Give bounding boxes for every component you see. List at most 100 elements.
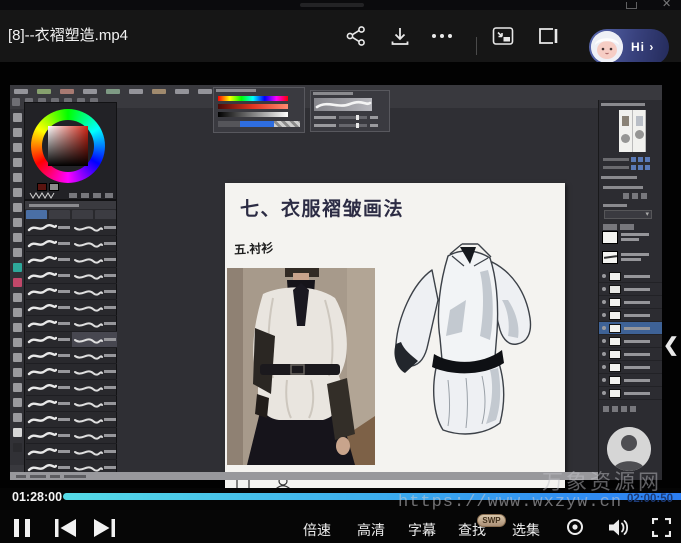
- tool-icon[interactable]: [13, 278, 22, 287]
- brush-preset[interactable]: [26, 348, 72, 364]
- brush-preset[interactable]: [72, 220, 118, 236]
- brush-preset[interactable]: [26, 396, 72, 412]
- menu-item[interactable]: [14, 89, 28, 94]
- brush-tab[interactable]: [49, 210, 70, 219]
- hue-slider[interactable]: [218, 96, 288, 101]
- menu-item[interactable]: [83, 89, 97, 94]
- layer-row[interactable]: [599, 361, 662, 374]
- tool-icon[interactable]: [13, 218, 22, 227]
- tool-icon[interactable]: [13, 353, 22, 362]
- effect-button[interactable]: [641, 193, 647, 199]
- brush-preset[interactable]: [26, 444, 72, 460]
- color-panel-button[interactable]: [105, 193, 113, 198]
- brush-preset[interactable]: [26, 252, 72, 268]
- brush-preset[interactable]: [26, 380, 72, 396]
- tool-icon[interactable]: [13, 113, 22, 122]
- episode-drawer-toggle[interactable]: ❮: [663, 334, 681, 362]
- tool-icon[interactable]: [13, 188, 22, 197]
- background-color-swatch[interactable]: [49, 183, 59, 191]
- color-panel-button[interactable]: [93, 193, 101, 198]
- brush-preset[interactable]: [72, 380, 118, 396]
- navigator-thumbnail[interactable]: [619, 110, 646, 152]
- tool-icon[interactable]: [13, 323, 22, 332]
- brush-preset[interactable]: [72, 316, 118, 332]
- brush-preset[interactable]: [26, 300, 72, 316]
- seek-bar[interactable]: [63, 493, 681, 500]
- brush-preset[interactable]: [72, 396, 118, 412]
- layer-row[interactable]: [599, 335, 662, 348]
- layer-row[interactable]: [599, 296, 662, 309]
- brush-preset[interactable]: [26, 220, 72, 236]
- layer-row[interactable]: [599, 283, 662, 296]
- volume-icon[interactable]: [608, 518, 630, 537]
- opacity-slider[interactable]: [339, 124, 367, 127]
- tool-icon[interactable]: [13, 143, 22, 152]
- alpha-fill[interactable]: [240, 121, 274, 127]
- rotate-slider[interactable]: [603, 166, 629, 169]
- brush-tab[interactable]: [95, 210, 116, 219]
- brush-preset[interactable]: [26, 236, 72, 252]
- effect-button[interactable]: [623, 193, 629, 199]
- brush-size-slider[interactable]: [339, 116, 367, 119]
- brush-preset[interactable]: [26, 364, 72, 380]
- menu-item[interactable]: [60, 89, 74, 94]
- layer-button[interactable]: [612, 406, 618, 412]
- menu-item[interactable]: [106, 89, 120, 94]
- menu-item[interactable]: [129, 89, 143, 94]
- brush-preset[interactable]: [72, 444, 118, 460]
- presenter-avatar-bubble[interactable]: [607, 427, 651, 471]
- tool-icon[interactable]: [13, 128, 22, 137]
- tool-icon[interactable]: [13, 338, 22, 347]
- layer-button[interactable]: [603, 406, 609, 412]
- brush-tab[interactable]: [72, 210, 93, 219]
- next-episode-button[interactable]: [94, 519, 115, 537]
- brush-preset[interactable]: [26, 284, 72, 300]
- close-icon[interactable]: ✕: [662, 0, 671, 10]
- pause-button[interactable]: [14, 519, 30, 537]
- more-icon[interactable]: [430, 24, 454, 48]
- account-pill[interactable]: Hi ›: [589, 29, 669, 65]
- brush-preset[interactable]: [26, 428, 72, 444]
- tool-icon[interactable]: [13, 428, 22, 437]
- brush-preset[interactable]: [72, 348, 118, 364]
- playback-speed-button[interactable]: 倍速: [303, 520, 331, 540]
- brush-preset[interactable]: [72, 252, 118, 268]
- episodes-button[interactable]: 选集: [512, 520, 540, 540]
- layer-row-large[interactable]: [602, 228, 660, 246]
- value-slider[interactable]: [218, 112, 288, 117]
- menu-item[interactable]: [152, 89, 166, 94]
- layer-row[interactable]: [599, 270, 662, 283]
- brush-preset[interactable]: [72, 284, 118, 300]
- effect-button[interactable]: [632, 193, 638, 199]
- tool-icon[interactable]: [13, 443, 22, 452]
- brush-preset[interactable]: [72, 412, 118, 428]
- tool-icon[interactable]: [13, 293, 22, 302]
- brush-preset[interactable]: [72, 268, 118, 284]
- layer-row[interactable]: [599, 374, 662, 387]
- tool-icon[interactable]: [13, 248, 22, 257]
- tool-icon[interactable]: [13, 173, 22, 182]
- brush-preset[interactable]: [26, 316, 72, 332]
- layer-row[interactable]: [599, 322, 662, 335]
- download-icon[interactable]: [388, 24, 412, 48]
- color-panel-button[interactable]: [81, 193, 89, 198]
- zoom-slider[interactable]: [603, 158, 629, 161]
- brush-preset[interactable]: [26, 268, 72, 284]
- menu-item[interactable]: [175, 89, 189, 94]
- foreground-color-swatch[interactable]: [37, 183, 47, 191]
- picture-in-picture-icon[interactable]: [491, 24, 515, 48]
- maximize-icon[interactable]: [626, 2, 637, 9]
- layer-row[interactable]: [599, 387, 662, 400]
- tool-icon[interactable]: [13, 368, 22, 377]
- brush-preset[interactable]: [72, 364, 118, 380]
- expression-color-dropdown[interactable]: [604, 210, 652, 219]
- tool-icon[interactable]: [13, 398, 22, 407]
- video-frame[interactable]: 七、衣服褶皱画法 五.衬衫: [0, 62, 681, 488]
- brush-preset[interactable]: [72, 428, 118, 444]
- toolbar-button[interactable]: [12, 98, 20, 106]
- layer-button[interactable]: [630, 406, 636, 412]
- tool-icon[interactable]: [13, 158, 22, 167]
- tool-icon[interactable]: [13, 203, 22, 212]
- tool-icon[interactable]: [13, 308, 22, 317]
- tool-icon[interactable]: [13, 233, 22, 242]
